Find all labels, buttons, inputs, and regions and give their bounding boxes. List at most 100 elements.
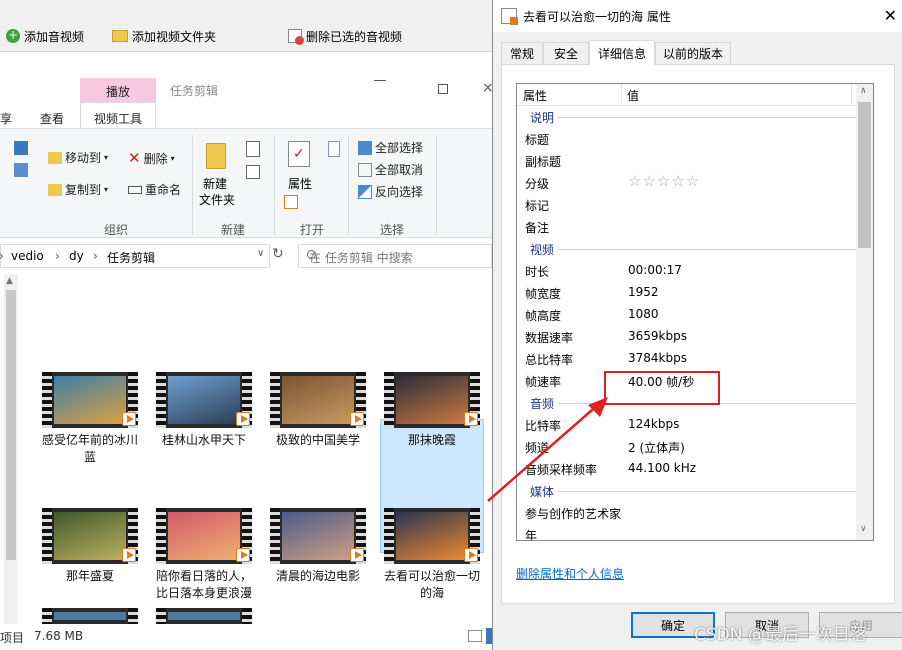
property-key: 帧宽度	[525, 287, 562, 301]
property-row[interactable]: 帧高度 1080	[517, 304, 857, 326]
maximize-icon[interactable]	[438, 84, 448, 94]
property-row[interactable]: 年	[517, 524, 857, 540]
tab-view[interactable]: 查看	[40, 110, 64, 127]
new-folder-label-1[interactable]: 新建	[203, 175, 227, 192]
column-value[interactable]: 值	[627, 87, 639, 104]
select-all-button[interactable]: 全部选择	[358, 139, 423, 156]
status-bar: 项目 7.68 MB	[0, 624, 494, 650]
breadcrumb[interactable]: › vedio › dy › 任务剪辑 ∨	[0, 244, 270, 268]
close-icon[interactable]: ✕	[884, 6, 897, 25]
property-row[interactable]: 分级 ☆☆☆☆☆	[517, 172, 857, 194]
property-value[interactable]: 1080	[628, 307, 659, 321]
file-name[interactable]: 感受亿年前的冰川蓝	[38, 432, 142, 466]
property-row[interactable]: 帧宽度 1952	[517, 282, 857, 304]
video-thumbnail[interactable]	[156, 508, 252, 564]
select-none-button[interactable]: 全部取消	[358, 161, 423, 178]
search-box[interactable]: 在 任务剪辑 中搜索	[298, 244, 492, 268]
property-value[interactable]: 00:00:17	[628, 263, 682, 277]
property-list-header: 属性 值	[517, 84, 857, 106]
details-view-icon[interactable]	[468, 630, 482, 642]
property-value[interactable]: 1952	[628, 285, 659, 299]
move-to-button[interactable]: 移动到 ▾	[48, 149, 108, 166]
file-name[interactable]: 极致的中国美学	[266, 432, 370, 449]
invert-selection-button[interactable]: 反向选择	[358, 183, 423, 200]
tab-share[interactable]: 享	[0, 110, 12, 127]
property-row[interactable]: 数据速率 3659kbps	[517, 326, 857, 348]
open-media-icon[interactable]	[284, 195, 298, 209]
preview-pane-icon[interactable]	[14, 163, 28, 177]
properties-icon[interactable]: ✓	[288, 141, 310, 167]
tab-general[interactable]: 常规	[501, 42, 543, 64]
new-folder-icon[interactable]	[206, 143, 226, 169]
group-organize-label: 组织	[104, 223, 129, 237]
file-name[interactable]: 去看可以治愈一切的海	[380, 568, 484, 602]
highlight-box	[604, 371, 720, 405]
refresh-icon[interactable]: ↻	[272, 246, 284, 262]
column-divider	[851, 84, 852, 106]
scroll-up-icon[interactable]: ∧	[860, 86, 867, 96]
delete-selected-button[interactable]: 删除已选的音视频	[284, 25, 406, 47]
property-value[interactable]: 2 (立体声)	[628, 439, 685, 456]
tab-security[interactable]: 安全	[543, 42, 589, 64]
property-value[interactable]: 124kbps	[628, 417, 679, 431]
scrollbar-thumb[interactable]	[6, 290, 16, 560]
crumb-task[interactable]: 任务剪辑	[107, 249, 155, 266]
property-row[interactable]: 时长 00:00:17	[517, 260, 857, 282]
scrollbar-thumb[interactable]	[858, 102, 871, 248]
video-thumbnail[interactable]	[270, 372, 366, 428]
property-value[interactable]: ☆☆☆☆☆	[628, 172, 700, 190]
copy-to-button[interactable]: 复制到 ▾	[48, 181, 108, 198]
file-name[interactable]: 清晨的海边电影	[266, 568, 370, 585]
minimize-icon[interactable]	[374, 80, 386, 81]
chevron-right-icon: ›	[0, 249, 4, 263]
crumb-dy[interactable]: dy	[69, 249, 84, 263]
file-name[interactable]: 那年盛夏	[38, 568, 142, 585]
play-icon	[464, 548, 478, 562]
video-thumbnail[interactable]	[156, 608, 252, 624]
property-row[interactable]: 总比特率 3784kbps	[517, 348, 857, 370]
property-row[interactable]: 备注	[517, 216, 857, 238]
new-item-icon[interactable]	[246, 141, 260, 157]
left-scrollbar[interactable]	[4, 274, 18, 624]
file-name[interactable]: 那抹晚霞	[380, 432, 484, 449]
chevron-down-icon: ▾	[104, 153, 109, 162]
rename-button[interactable]: 重命名	[128, 181, 181, 198]
details-pane-icon[interactable]	[14, 141, 28, 155]
property-row[interactable]: 标记	[517, 194, 857, 216]
search-input[interactable]: 在 任务剪辑 中搜索	[309, 249, 413, 266]
easy-access-icon[interactable]	[246, 165, 260, 179]
properties-label[interactable]: 属性	[288, 175, 312, 192]
new-folder-label-2[interactable]: 文件夹	[199, 191, 235, 208]
video-thumbnail[interactable]	[270, 508, 366, 564]
property-scrollbar[interactable]: ∧ ∨	[856, 84, 873, 540]
add-folder-button[interactable]: 添加视频文件夹	[108, 25, 220, 47]
property-row[interactable]: 标题	[517, 128, 857, 150]
video-thumbnail[interactable]	[384, 508, 480, 564]
delete-button[interactable]: ✕ 删除 ▾	[128, 149, 175, 167]
property-key: 分级	[525, 177, 550, 191]
column-divider[interactable]	[621, 84, 622, 106]
video-thumbnail[interactable]	[42, 372, 138, 428]
file-name[interactable]: 陪你看日落的人，比日落本身更浪漫	[152, 568, 256, 602]
property-value[interactable]: 3659kbps	[628, 329, 687, 343]
remove-properties-link[interactable]: 删除属性和个人信息	[516, 565, 624, 582]
property-value[interactable]: 3784kbps	[628, 351, 687, 365]
video-thumbnail[interactable]	[384, 372, 480, 428]
scroll-up-icon[interactable]: ▲	[6, 276, 13, 286]
add-media-button[interactable]: + 添加音视频	[2, 25, 88, 47]
tab-details[interactable]: 详细信息	[589, 40, 655, 65]
video-thumbnail[interactable]	[42, 608, 138, 624]
property-row[interactable]: 副标题	[517, 150, 857, 172]
column-property[interactable]: 属性	[523, 87, 547, 104]
move-to-label: 移动到	[65, 151, 102, 165]
edit-icon[interactable]	[328, 141, 340, 157]
chevron-down-icon[interactable]: ∨	[257, 248, 264, 259]
tab-previous-versions[interactable]: 以前的版本	[655, 42, 731, 64]
file-name[interactable]: 桂林山水甲天下	[152, 432, 256, 449]
property-value[interactable]: 44.100 kHz	[628, 461, 696, 475]
scroll-down-icon[interactable]: ∨	[860, 524, 867, 534]
crumb-vedio[interactable]: vedio	[11, 249, 44, 263]
video-thumbnail[interactable]	[156, 372, 252, 428]
video-thumbnail[interactable]	[42, 508, 138, 564]
dialog-title: 去看可以治愈一切的海 属性	[523, 9, 671, 24]
